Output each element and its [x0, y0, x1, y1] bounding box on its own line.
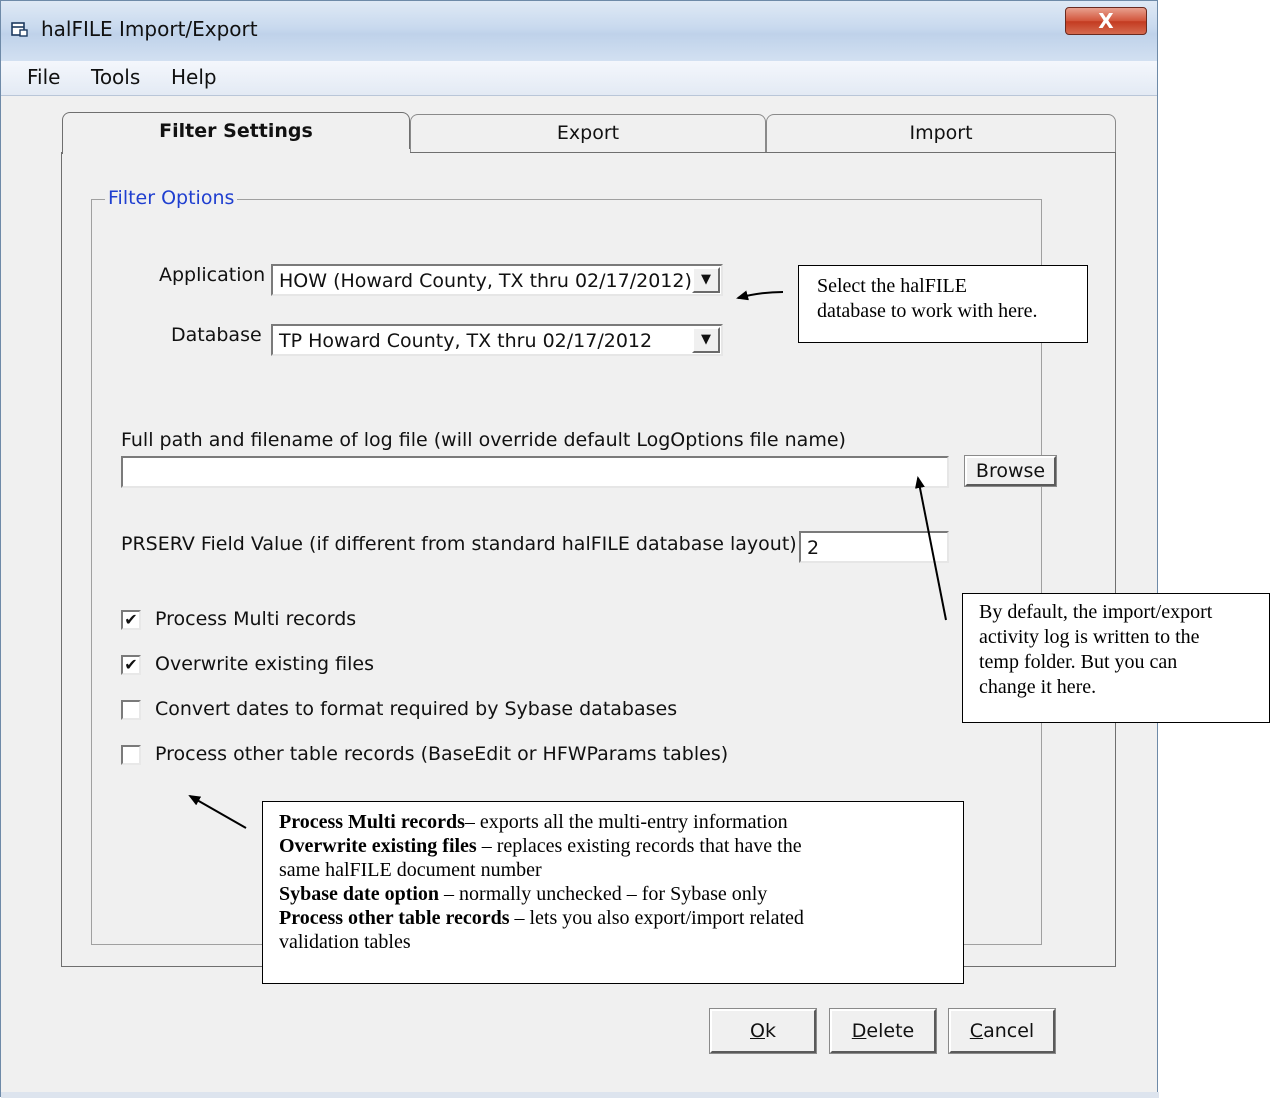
- database-value: TP Howard County, TX thru 02/17/2012: [279, 330, 653, 352]
- ok-button-label: k: [764, 1020, 776, 1042]
- menu-file[interactable]: File: [23, 65, 64, 89]
- log-callout-line3: temp folder. But you can: [979, 651, 1178, 673]
- options-callout-overwrite: Overwrite existing files – replaces exis…: [279, 834, 963, 858]
- options-callout-other: Process other table records – lets you a…: [279, 906, 963, 930]
- options-callout-multi: Process Multi records– exports all the m…: [279, 810, 963, 834]
- close-button[interactable]: X: [1065, 7, 1147, 35]
- options-callout-sybase: Sybase date option – normally unchecked …: [279, 882, 963, 906]
- options-callout-overwrite-text2: same halFILE document number: [279, 859, 542, 881]
- app-icon: [11, 21, 29, 37]
- log-file-label: Full path and filename of log file (will…: [121, 429, 846, 451]
- delete-button-label: elete: [866, 1020, 915, 1042]
- desktop-background: [1160, 0, 1272, 1098]
- cancel-button-label: ancel: [983, 1020, 1035, 1042]
- other-tables-label: Process other table records (BaseEdit or…: [155, 743, 729, 765]
- menu-help[interactable]: Help: [167, 65, 221, 89]
- sybase-dates-label: Convert dates to format required by Syba…: [155, 698, 678, 720]
- log-callout-line4: change it here.: [979, 676, 1097, 698]
- database-callout: Select the halFILE database to work with…: [798, 265, 1088, 343]
- ok-button-accesskey: O: [750, 1020, 765, 1042]
- cancel-button[interactable]: Cancel: [948, 1008, 1056, 1054]
- menu-bar: File Tools Help: [1, 61, 1157, 96]
- prserv-label: PRSERV Field Value (if different from st…: [121, 533, 804, 555]
- log-callout: By default, the import/export activity l…: [962, 593, 1270, 723]
- other-tables-checkbox[interactable]: [121, 745, 141, 765]
- database-label: Database: [171, 324, 262, 346]
- chevron-down-icon[interactable]: ▼: [692, 267, 720, 293]
- options-callout-sybase-title: Sybase date option: [279, 883, 440, 905]
- window-title: halFILE Import/Export: [41, 17, 258, 41]
- process-multi-checkbox[interactable]: ✔: [121, 610, 141, 630]
- log-callout-line2: activity log is written to the: [979, 626, 1200, 648]
- options-callout-overwrite-text: – replaces existing records that have th…: [476, 835, 802, 857]
- prserv-input[interactable]: 2: [799, 531, 949, 563]
- title-bar[interactable]: halFILE Import/Export X: [1, 1, 1157, 61]
- tab-import[interactable]: Import: [766, 114, 1116, 152]
- database-select[interactable]: TP Howard County, TX thru 02/17/2012 ▼: [271, 324, 723, 356]
- options-callout-other-text2: validation tables: [279, 931, 411, 953]
- ok-button[interactable]: Ok: [709, 1008, 817, 1054]
- application-value: HOW (Howard County, TX thru 02/17/2012): [279, 270, 692, 292]
- delete-button[interactable]: Delete: [829, 1008, 937, 1054]
- overwrite-checkbox[interactable]: ✔: [121, 655, 141, 675]
- tab-export[interactable]: Export: [410, 114, 766, 152]
- options-callout-multi-text: – exports all the multi-entry informatio…: [464, 811, 788, 833]
- options-callout: Process Multi records– exports all the m…: [262, 801, 964, 984]
- process-multi-label: Process Multi records: [155, 608, 357, 630]
- chevron-down-icon[interactable]: ▼: [692, 327, 720, 353]
- tab-filter-settings[interactable]: Filter Settings: [62, 112, 410, 154]
- delete-button-accesskey: D: [851, 1020, 867, 1042]
- log-callout-line1: By default, the import/export: [979, 601, 1213, 623]
- options-callout-other-title: Process other table records: [279, 907, 510, 929]
- options-callout-overwrite-title: Overwrite existing files: [279, 835, 477, 857]
- application-label: Application: [159, 264, 266, 286]
- overwrite-label: Overwrite existing files: [155, 653, 374, 675]
- application-select[interactable]: HOW (Howard County, TX thru 02/17/2012) …: [271, 264, 723, 296]
- database-callout-line1: Select the halFILE: [817, 275, 967, 297]
- sybase-dates-checkbox[interactable]: [121, 700, 141, 720]
- browse-button[interactable]: Browse: [964, 455, 1057, 487]
- cancel-button-accesskey: C: [969, 1020, 984, 1042]
- menu-tools[interactable]: Tools: [87, 65, 144, 89]
- options-callout-sybase-text: – normally unchecked – for Sybase only: [439, 883, 768, 905]
- log-file-input[interactable]: [121, 456, 949, 488]
- options-callout-other-text: – lets you also export/import related: [509, 907, 804, 929]
- options-callout-multi-title: Process Multi records: [279, 811, 465, 833]
- database-callout-line2: database to work with here.: [817, 300, 1038, 322]
- filter-options-label: Filter Options: [105, 187, 238, 209]
